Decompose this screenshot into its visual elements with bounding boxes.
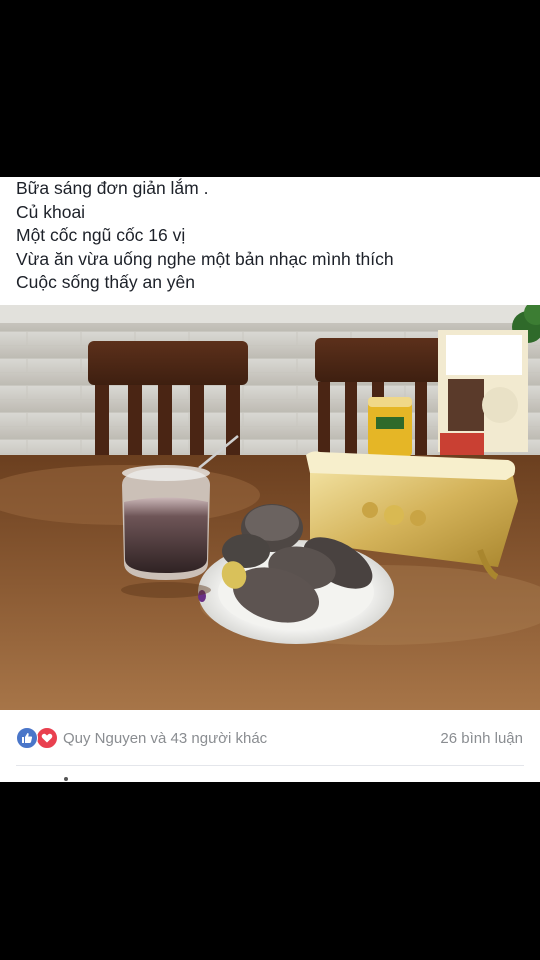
- post-photo[interactable]: [0, 305, 540, 710]
- post-text: Bữa sáng đơn giản lắm . Củ khoai Một cốc…: [16, 177, 526, 295]
- post-line-2: Củ khoai: [16, 201, 86, 222]
- post-card: Bữa sáng đơn giản lắm . Củ khoai Một cốc…: [0, 177, 540, 782]
- post-line-1: Bữa sáng đơn giản lắm .: [16, 178, 209, 198]
- like-icon: [16, 727, 38, 749]
- post-line-3: Một cốc ngũ cốc 16 vị: [16, 225, 186, 245]
- bottom-black-bar: [0, 782, 540, 960]
- reactions-summary[interactable]: Quy Nguyen và 43 người khác: [63, 730, 267, 747]
- top-black-bar: [0, 0, 540, 177]
- reactions-bar[interactable]: Quy Nguyen và 43 người khác 26 bình luận: [0, 723, 540, 753]
- love-icon: [36, 727, 58, 749]
- comments-count[interactable]: 26 bình luận: [440, 730, 523, 747]
- reaction-icons[interactable]: [16, 727, 60, 749]
- post-line-5: Cuộc sống thấy an yên: [16, 272, 196, 292]
- post-line-4: Vừa ăn vừa uống nghe một bản nhạc mình t…: [16, 248, 394, 269]
- action-bar-stub: [64, 777, 68, 781]
- breakfast-photo: [0, 305, 540, 710]
- divider: [16, 765, 524, 766]
